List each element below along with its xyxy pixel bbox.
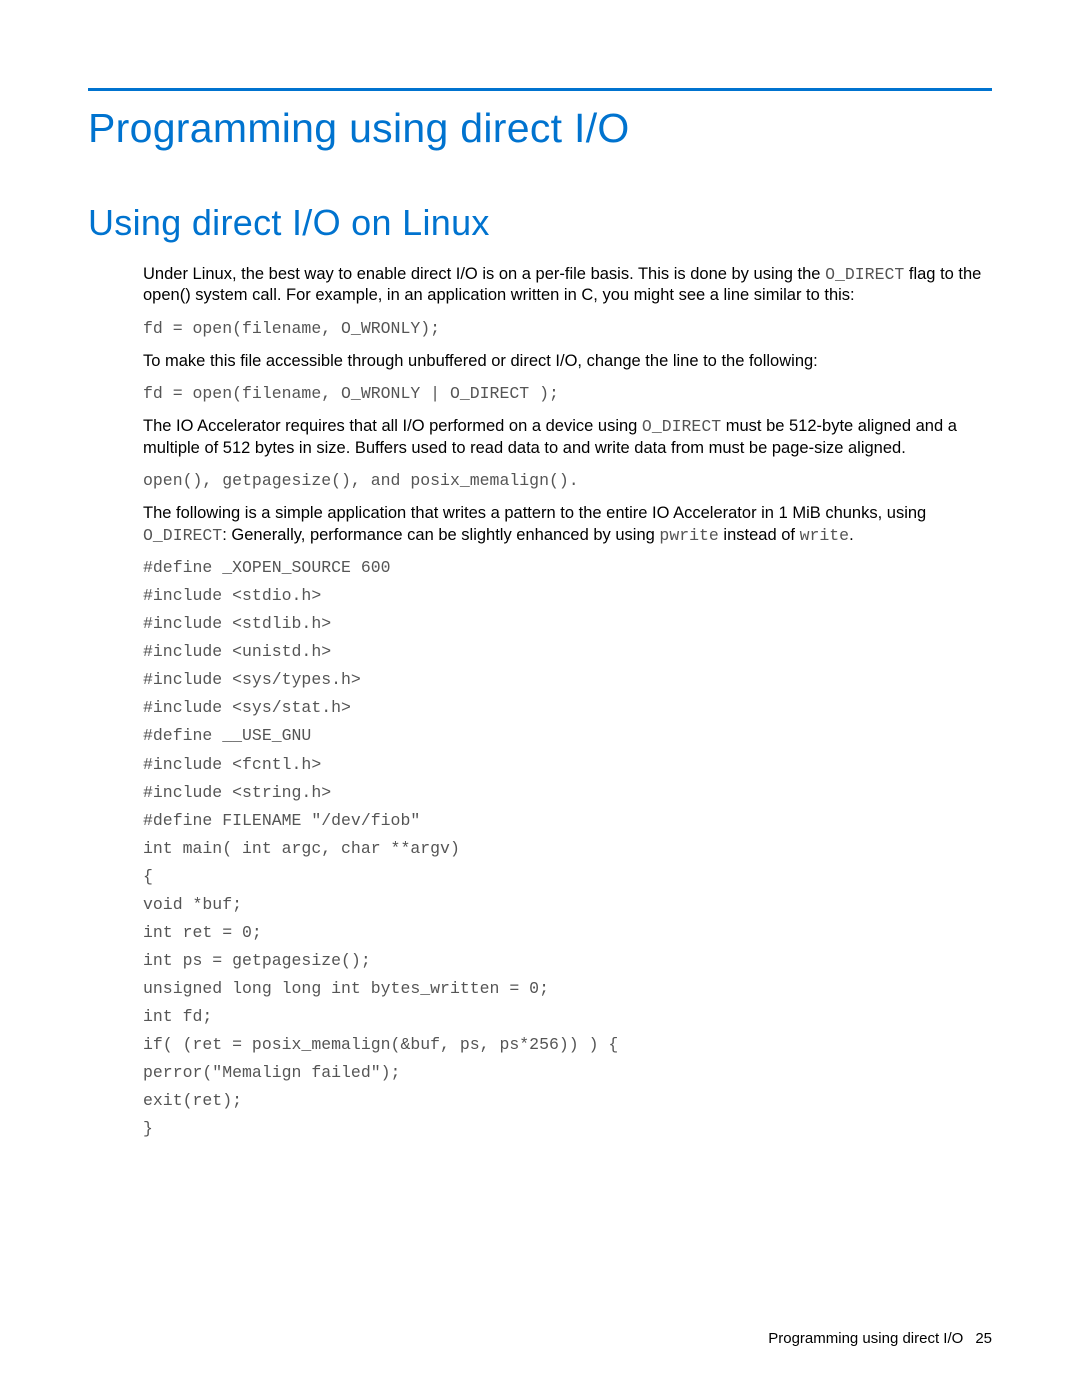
paragraph-4: The following is a simple application th… bbox=[143, 503, 992, 546]
chapter-title: Programming using direct I/O bbox=[88, 105, 992, 152]
paragraph-3: The IO Accelerator requires that all I/O… bbox=[143, 416, 992, 459]
paragraph-4-c: instead of bbox=[719, 526, 800, 544]
inline-code-o-direct-2: O_DIRECT bbox=[642, 417, 721, 436]
paragraph-1-a: Under Linux, the best way to enable dire… bbox=[143, 265, 825, 283]
body-block: Under Linux, the best way to enable dire… bbox=[143, 264, 992, 1143]
code-block-1: fd = open(filename, O_WRONLY); bbox=[143, 315, 992, 343]
code-block-4: #define _XOPEN_SOURCE 600 #include <stdi… bbox=[143, 554, 992, 1143]
top-rule bbox=[88, 88, 992, 91]
section-title: Using direct I/O on Linux bbox=[88, 202, 992, 244]
code-block-2: fd = open(filename, O_WRONLY | O_DIRECT … bbox=[143, 380, 992, 408]
inline-code-o-direct-3: O_DIRECT bbox=[143, 526, 222, 545]
paragraph-4-d: . bbox=[849, 526, 854, 544]
page-footer: Programming using direct I/O 25 bbox=[768, 1330, 992, 1347]
footer-page-number: 25 bbox=[975, 1330, 992, 1347]
paragraph-2: To make this file accessible through unb… bbox=[143, 351, 992, 372]
paragraph-4-a: The following is a simple application th… bbox=[143, 504, 926, 522]
footer-text: Programming using direct I/O bbox=[768, 1330, 963, 1347]
code-block-3: open(), getpagesize(), and posix_memalig… bbox=[143, 467, 992, 495]
document-page: Programming using direct I/O Using direc… bbox=[0, 0, 1080, 1397]
inline-code-o-direct-1: O_DIRECT bbox=[825, 265, 904, 284]
paragraph-1: Under Linux, the best way to enable dire… bbox=[143, 264, 992, 307]
paragraph-3-a: The IO Accelerator requires that all I/O… bbox=[143, 417, 642, 435]
inline-code-write: write bbox=[800, 526, 850, 545]
inline-code-pwrite: pwrite bbox=[659, 526, 718, 545]
paragraph-4-b: : Generally, performance can be slightly… bbox=[222, 526, 659, 544]
